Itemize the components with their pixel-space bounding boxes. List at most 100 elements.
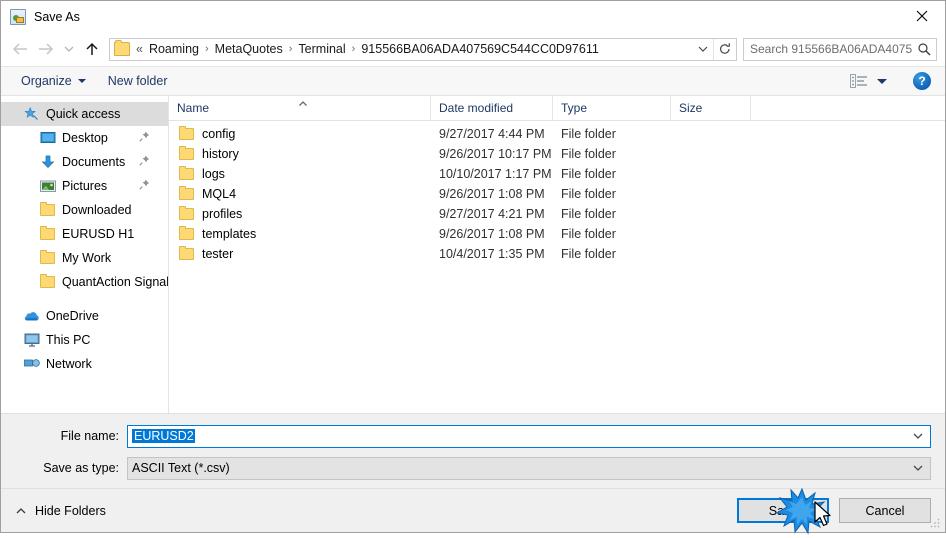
search-input[interactable]: Search 915566BA06ADA40756... [744, 42, 912, 56]
resize-grip-icon[interactable] [929, 517, 941, 529]
recent-locations-button[interactable] [59, 36, 79, 62]
file-date-cell: 9/26/2017 1:08 PM [439, 227, 545, 241]
filename-dropdown-button[interactable] [906, 426, 930, 447]
file-type-cell: File folder [561, 227, 616, 241]
file-type-cell: File folder [561, 167, 616, 181]
search-icon [912, 42, 936, 56]
table-row[interactable]: logs 10/10/2017 1:17 PM File folder [169, 164, 945, 184]
file-size-cell [671, 184, 751, 204]
file-name: history [202, 147, 239, 161]
sidebar-separator [1, 294, 168, 304]
file-name-cell: history [169, 144, 431, 164]
organize-button[interactable]: Organize [15, 71, 92, 91]
filename-row: File name: EURUSD2 [1, 424, 945, 448]
sidebar-item-network[interactable]: Network [1, 352, 168, 376]
pin-icon [139, 155, 150, 169]
folder-icon [179, 146, 194, 160]
table-row[interactable]: config 9/27/2017 4:44 PM File folder [169, 124, 945, 144]
file-date-cell: 9/27/2017 4:44 PM [439, 127, 545, 141]
breadcrumb-item-2[interactable]: Terminal [295, 40, 348, 58]
hide-folders-label: Hide Folders [35, 503, 106, 518]
file-name: logs [202, 167, 225, 181]
table-row[interactable]: profiles 9/27/2017 4:21 PM File folder [169, 204, 945, 224]
sidebar-item-pictures[interactable]: Pictures [1, 174, 168, 198]
command-bar: Organize New folder ? [1, 66, 945, 96]
sidebar-item-label: Pictures [62, 179, 108, 193]
window-title: Save As [34, 9, 80, 24]
chevron-down-icon [698, 46, 708, 52]
refresh-icon [720, 43, 730, 54]
file-date-cell: 9/27/2017 4:21 PM [439, 207, 545, 221]
view-mode-button[interactable] [846, 72, 891, 90]
file-name-cell: profiles [169, 204, 431, 224]
search-box[interactable]: Search 915566BA06ADA40756... [743, 37, 937, 61]
cancel-button[interactable]: Cancel [839, 498, 931, 523]
file-name-cell: logs [169, 164, 431, 184]
navigation-bar: « Roaming › MetaQuotes › Terminal › 9155… [1, 32, 945, 66]
chevron-down-icon [913, 465, 923, 471]
forward-button[interactable] [33, 36, 59, 62]
pin-icon [139, 131, 150, 145]
up-button[interactable] [79, 36, 105, 62]
file-size-cell [671, 164, 751, 184]
save-button[interactable]: Save [737, 498, 829, 523]
sidebar-item-label: My Work [62, 251, 112, 265]
table-row[interactable]: history 9/26/2017 10:17 PM File folder [169, 144, 945, 164]
folder-icon [179, 166, 194, 180]
hide-folders-button[interactable]: Hide Folders [11, 504, 106, 518]
folder-icon [39, 250, 56, 266]
dialog-content: Quick access Desktop Documents Pictures … [1, 96, 945, 414]
address-dropdown-button[interactable] [693, 45, 713, 53]
back-button[interactable] [7, 36, 33, 62]
help-button[interactable]: ? [913, 72, 931, 90]
filename-combobox[interactable]: EURUSD2 [127, 424, 931, 448]
folder-icon [114, 40, 130, 56]
sidebar-item-downloaded[interactable]: Downloaded [1, 198, 168, 222]
file-date-cell: 9/26/2017 1:08 PM [439, 187, 545, 201]
breadcrumb-item-0[interactable]: Roaming [146, 40, 202, 58]
star-pin-icon [23, 106, 40, 122]
file-size-cell [671, 144, 751, 164]
sidebar-item-eurusd-h1[interactable]: EURUSD H1 [1, 222, 168, 246]
sidebar-item-desktop[interactable]: Desktop [1, 126, 168, 150]
navigation-pane: Quick access Desktop Documents Pictures … [1, 96, 169, 413]
filename-value: EURUSD2 [132, 429, 195, 443]
close-button[interactable] [899, 1, 945, 31]
table-row[interactable]: MQL4 9/26/2017 1:08 PM File folder [169, 184, 945, 204]
sidebar-item-this-pc[interactable]: This PC [1, 328, 168, 352]
breadcrumb-item-1[interactable]: MetaQuotes [212, 40, 286, 58]
sidebar-item-label: QuantAction Signal [62, 275, 168, 289]
pictures-icon [39, 178, 56, 194]
new-folder-label: New folder [107, 74, 168, 88]
new-folder-button[interactable]: New folder [102, 71, 174, 91]
file-type-cell: File folder [561, 247, 616, 261]
documents-icon [39, 154, 56, 170]
table-row[interactable]: templates 9/26/2017 1:08 PM File folder [169, 224, 945, 244]
sidebar-item-label: Network [46, 357, 92, 371]
refresh-button[interactable] [713, 38, 736, 60]
breadcrumb-separator: › [351, 43, 356, 55]
sidebar-item-quick-access[interactable]: Quick access [1, 102, 168, 126]
sidebar-item-documents[interactable]: Documents [1, 150, 168, 174]
breadcrumb-item-3[interactable]: 915566BA06ADA407569C544CC0D97611 [358, 40, 601, 58]
column-header-size[interactable]: Size [671, 96, 751, 120]
sidebar-item-my-work[interactable]: My Work [1, 246, 168, 270]
file-name-cell: config [169, 124, 431, 144]
filetype-row: Save as type: ASCII Text (*.csv) [1, 456, 945, 480]
address-bar[interactable]: « Roaming › MetaQuotes › Terminal › 9155… [109, 37, 737, 61]
sidebar-item-onedrive[interactable]: OneDrive [1, 304, 168, 328]
column-header-date-modified[interactable]: Date modified [431, 96, 553, 120]
file-type-cell: File folder [561, 207, 616, 221]
chevron-down-icon [913, 433, 923, 439]
file-name: MQL4 [202, 187, 237, 201]
save-as-dialog: Save As « Roaming › MetaQuotes › Termina… [0, 0, 946, 535]
filetype-combobox[interactable]: ASCII Text (*.csv) [127, 456, 931, 480]
sidebar-item-quantaction-signal[interactable]: QuantAction Signal [1, 270, 168, 294]
this-pc-icon [23, 332, 40, 348]
filetype-dropdown-button[interactable] [906, 458, 930, 479]
filename-input[interactable]: EURUSD2 [128, 429, 906, 443]
sidebar-item-label: OneDrive [46, 309, 99, 323]
table-row[interactable]: tester 10/4/2017 1:35 PM File folder [169, 244, 945, 264]
column-header-type[interactable]: Type [553, 96, 671, 120]
file-size-cell [671, 204, 751, 224]
